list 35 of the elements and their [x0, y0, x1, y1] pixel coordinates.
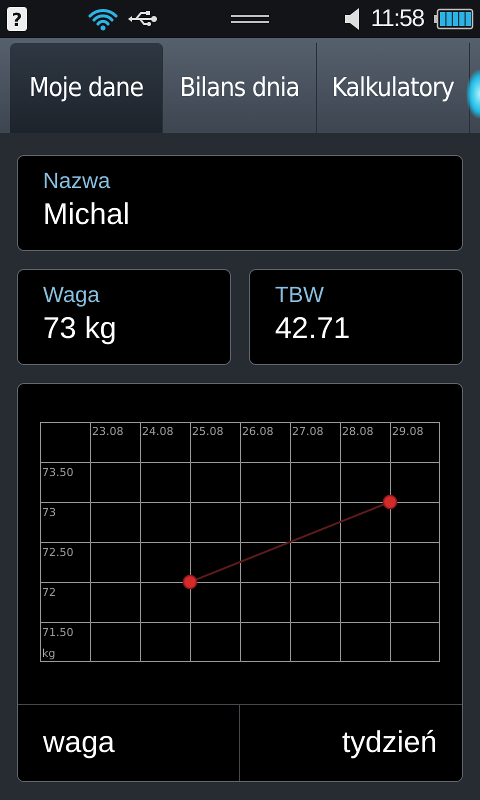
data-point: [182, 574, 198, 590]
usb-icon: [128, 9, 158, 29]
stat-card[interactable]: Waga 73 kg: [17, 269, 231, 365]
selector-button[interactable]: waga: [18, 705, 240, 781]
x-axis-label: 29.08: [392, 425, 424, 438]
field-value: 42.71: [275, 312, 352, 346]
stat-card[interactable]: TBW 42.71: [249, 269, 463, 365]
tab[interactable]: Bilans dnia: [163, 43, 317, 133]
drag-handle-icon[interactable]: [231, 14, 270, 24]
x-axis-label: 25.08: [192, 425, 224, 438]
y-axis-label: 72: [42, 586, 56, 599]
battery-icon: [434, 8, 474, 30]
x-axis-label: 23.08: [92, 425, 124, 438]
tab[interactable]: Moje dane: [10, 43, 164, 133]
field-value: Michal: [43, 198, 131, 232]
x-axis-label: 26.08: [242, 425, 274, 438]
field-value: 73 kg: [43, 312, 118, 346]
x-axis-label: 27.08: [292, 425, 324, 438]
y-axis-unit: kg: [42, 647, 56, 660]
field-label: Waga: [43, 282, 101, 308]
name-card[interactable]: Nazwa Michal: [17, 155, 463, 251]
x-axis-label: 24.08: [142, 425, 174, 438]
field-label: TBW: [275, 282, 325, 308]
wifi-icon: [88, 7, 118, 31]
clock-time: 11:58: [370, 5, 424, 33]
x-axis-label: 28.08: [342, 425, 374, 438]
help-icon[interactable]: ?: [6, 6, 28, 32]
field-label: Nazwa: [43, 168, 112, 194]
data-point: [382, 494, 398, 510]
tab[interactable]: Kalkulatory: [316, 43, 470, 133]
y-axis-label: 72.50: [42, 546, 74, 559]
y-axis-label: 71.50: [42, 626, 74, 639]
y-axis-label: 73.50: [42, 466, 74, 479]
y-axis-label: 73: [42, 506, 56, 519]
speaker-icon: [342, 7, 361, 31]
